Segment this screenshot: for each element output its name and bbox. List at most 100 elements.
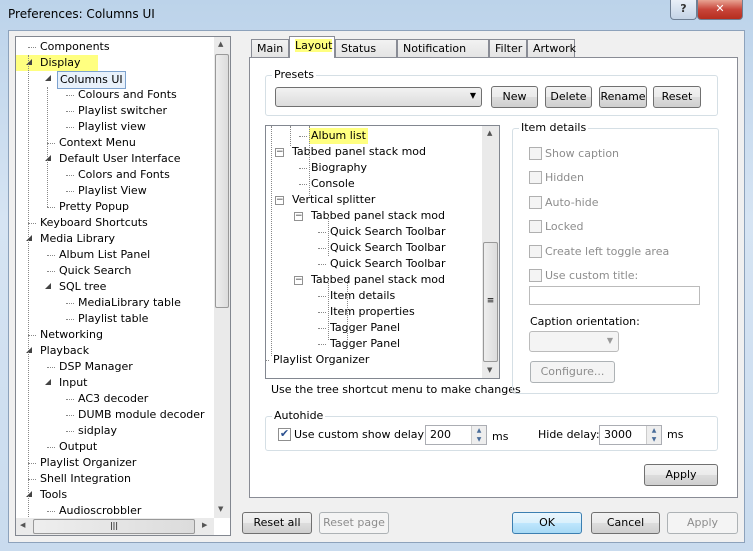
tree-item[interactable]: Colors and Fonts [16,167,216,183]
tree-item[interactable]: Audioscrobbler [16,503,216,519]
tab-filter[interactable]: Filter [489,39,527,58]
expanded-arrow-icon[interactable] [45,283,51,289]
tree-item[interactable]: sidplay [16,423,216,439]
layout-tree-item[interactable]: Tagger Panel [266,320,486,336]
reset-preset-button[interactable]: Reset [653,86,701,108]
layout-tree-item[interactable]: Item details [266,288,486,304]
tree-hscrollbar[interactable]: ◀ ||| ▶ [16,518,214,535]
caption-orientation-select[interactable]: ▼ [529,331,619,352]
hscroll-thumb[interactable]: ||| [33,519,195,534]
use-custom-show-delay-checkbox[interactable]: ✔ [278,428,291,441]
layout-tree-item[interactable]: Item properties [266,304,486,320]
checkbox-locked[interactable] [529,220,542,234]
tree-item[interactable]: Colours and Fonts [16,87,216,103]
checkbox-hidden[interactable] [529,171,542,185]
expanded-arrow-icon[interactable] [45,379,51,385]
preferences-tree[interactable]: Components Display Columns UI Colours and F… [15,36,231,536]
layout-tree-item[interactable]: − Tabbed panel stack mod [266,272,486,288]
expanded-arrow-icon[interactable] [26,235,32,241]
collapse-icon[interactable]: − [294,212,303,221]
tree-item[interactable]: MediaLibrary table [16,295,216,311]
show-delay-spinner[interactable]: 200 ▲ ▼ [425,425,487,445]
tree-item[interactable]: Playback [16,343,216,359]
close-button[interactable]: ✕ [697,0,743,20]
layout-tree-item[interactable]: Quick Search Toolbar [266,224,486,240]
spin-arrows-icon[interactable]: ▲ ▼ [471,426,486,444]
tree-item[interactable]: Keyboard Shortcuts [16,215,216,231]
scroll-thumb[interactable]: ≡ [483,242,498,362]
layout-tree-item[interactable]: Album list [266,128,486,144]
scroll-down-arrow[interactable]: ▼ [487,366,492,374]
checkbox-use-custom-title-[interactable] [529,269,542,282]
layout-tree-item[interactable]: Biography [266,160,486,176]
layout-tree-item[interactable]: Tagger Panel [266,336,486,352]
checkbox-auto-hide[interactable] [529,195,542,209]
tree-item[interactable]: Playlist view [16,119,216,135]
tree-item[interactable]: Quick Search [16,263,216,279]
tree-item[interactable]: Playlist View [16,183,216,199]
help-button[interactable]: ? [670,0,697,20]
tree-item[interactable]: DSP Manager [16,359,216,375]
tree-item[interactable]: Playlist switcher [16,103,216,119]
tree-item[interactable]: Input [16,375,216,391]
layout-tree-vscrollbar[interactable]: ▲ ≡ ▼ [482,126,499,378]
collapse-icon[interactable]: − [275,148,284,157]
tree-item[interactable]: Output [16,439,216,455]
scroll-down-arrow[interactable]: ▼ [218,505,223,513]
tab-main[interactable]: Main [251,39,289,58]
scroll-up-arrow[interactable]: ▲ [487,129,492,137]
scroll-up-arrow[interactable]: ▲ [218,40,223,48]
tree-vscrollbar[interactable]: ▲ ▼ [214,37,230,518]
new-preset-button[interactable]: New [491,86,538,108]
presets-combo[interactable]: ▼ [275,87,482,107]
scroll-thumb[interactable] [215,54,229,308]
collapse-icon[interactable]: − [294,276,303,285]
tree-item[interactable]: AC3 decoder [16,391,216,407]
tree-item[interactable]: Shell Integration [16,471,216,487]
tab-artwork[interactable]: Artwork [527,39,576,58]
delete-preset-button[interactable]: Delete [545,86,592,108]
layout-tree-item[interactable]: Quick Search Toolbar [266,256,486,272]
expanded-arrow-icon[interactable] [45,75,51,81]
layout-tree-item[interactable]: Playlist Organizer [266,352,486,368]
tree-item[interactable]: Album List Panel [16,247,216,263]
scroll-right-arrow[interactable]: ▶ [202,521,207,529]
tree-item[interactable]: Tools [16,487,216,503]
ok-button[interactable]: OK [512,512,582,534]
tree-item[interactable]: Default User Interface [16,151,216,167]
tab-notification-area[interactable]: Notification area [397,39,489,72]
tree-item[interactable]: Playlist Organizer [16,455,216,471]
expanded-arrow-icon[interactable] [26,491,32,497]
layout-tree-item[interactable]: − Tabbed panel stack mod [266,208,486,224]
tree-item[interactable]: Playlist table [16,311,216,327]
rename-preset-button[interactable]: Rename [599,86,647,108]
panel-apply-button[interactable]: Apply [644,464,718,486]
layout-tree-item[interactable]: Console [266,176,486,192]
tree-item[interactable]: Media Library [16,231,216,247]
expanded-arrow-icon[interactable] [45,155,51,161]
scroll-left-arrow[interactable]: ◀ [20,521,25,529]
tree-item[interactable]: Columns UI [16,71,216,89]
tree-item[interactable]: Context Menu [16,135,216,151]
apply-button[interactable]: Apply [667,512,738,534]
layout-tree[interactable]: Album list − Tabbed panel stack mod Biograp… [265,125,500,379]
checkbox-create-left-toggle-area[interactable] [529,244,542,258]
tree-item[interactable]: Components [16,39,216,55]
tab-status-bar[interactable]: Status bar [335,39,397,72]
hide-delay-spinner[interactable]: 3000 ▲ ▼ [599,425,662,445]
tree-item[interactable]: Networking [16,327,216,343]
layout-tree-item[interactable]: − Tabbed panel stack mod [266,144,486,160]
checkbox-show-caption[interactable] [529,147,542,160]
configure-button[interactable]: Configure... [530,361,615,383]
tab-layout[interactable]: Layout [289,36,335,58]
expanded-arrow-icon[interactable] [26,59,32,65]
reset-page-button[interactable]: Reset page [319,512,389,534]
reset-all-button[interactable]: Reset all [242,512,312,534]
layout-tree-item[interactable]: Quick Search Toolbar [266,240,486,256]
spin-arrows-icon[interactable]: ▲ ▼ [646,426,661,444]
custom-title-input[interactable] [529,286,700,305]
collapse-icon[interactable]: − [275,196,284,205]
layout-tree-item[interactable]: − Vertical splitter [266,192,486,208]
tree-item[interactable]: SQL tree [16,279,216,295]
cancel-button[interactable]: Cancel [591,512,660,534]
